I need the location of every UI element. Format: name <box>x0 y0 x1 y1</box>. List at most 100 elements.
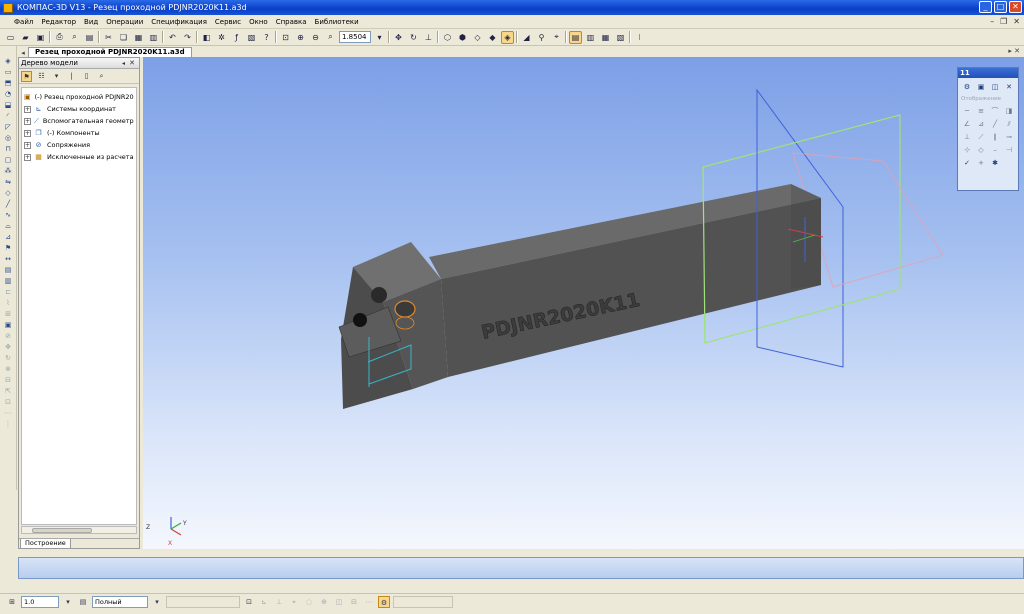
dimensions-icon[interactable]: ↔ <box>2 254 14 264</box>
menu-service[interactable]: Сервис <box>211 18 245 26</box>
expand-icon[interactable]: + <box>24 153 31 161</box>
pan-icon[interactable]: ✥ <box>392 31 405 44</box>
reports-icon[interactable]: ▥ <box>2 276 14 286</box>
snap-bind-icon[interactable]: ⊡ <box>243 596 255 608</box>
mirror-icon[interactable]: ⇋ <box>2 177 14 187</box>
expand-icon[interactable]: + <box>24 117 31 125</box>
ortho-tool-icon[interactable]: ⊿ <box>975 119 987 129</box>
active-mode-icon[interactable]: ⚙ <box>378 596 390 608</box>
zoom-icon[interactable]: ⌕ <box>324 31 337 44</box>
fillet-icon[interactable]: ◜ <box>2 111 14 121</box>
tree-node-excluded[interactable]: + ▦ Исключенные из расчета <box>24 151 134 163</box>
extrude-icon[interactable]: ⬒ <box>2 78 14 88</box>
halftone-icon[interactable]: ◆ <box>486 31 499 44</box>
display-mode-field[interactable]: Полный <box>92 596 148 608</box>
diagnostics-icon[interactable]: ⚑ <box>2 243 14 253</box>
tree-node-mates[interactable]: + ⊘ Сопряжения <box>24 139 134 151</box>
menu-operations[interactable]: Операции <box>102 18 147 26</box>
component-icon[interactable]: ▣ <box>2 320 14 330</box>
tab-scroll-right-icon[interactable]: ▸ ✕ <box>1008 47 1020 55</box>
zoom-dropdown-icon[interactable]: ▾ <box>373 31 386 44</box>
asterisk-icon[interactable]: ✱ <box>989 158 1001 168</box>
tree-node-aux-geometry[interactable]: + ⟋ Вспомогательная геометри <box>24 115 134 127</box>
expand-icon[interactable]: + <box>24 129 31 137</box>
formula-icon[interactable]: ƒ <box>230 31 243 44</box>
hidden-lines-icon[interactable]: ⬢ <box>456 31 469 44</box>
zoom-out-icon[interactable]: ⊖ <box>309 31 322 44</box>
help-pointer-icon[interactable]: ? <box>260 31 273 44</box>
paste-icon[interactable]: ▦ <box>132 31 145 44</box>
panel-close-icon[interactable]: ✕ <box>129 59 135 67</box>
round-icon[interactable]: ◌ <box>303 596 315 608</box>
step-dropdown-icon[interactable]: ▾ <box>62 596 74 608</box>
tree-node-coordinate-systems[interactable]: + ⊾ Системы координат <box>24 103 134 115</box>
doc-close-icon[interactable]: ✕ <box>1013 17 1020 26</box>
edit-part-icon[interactable]: ◈ <box>2 56 14 66</box>
view-orient-icon[interactable]: ⚙ <box>961 82 973 92</box>
tree-horizontal-scrollbar[interactable] <box>21 526 137 534</box>
menu-specification[interactable]: Спецификация <box>147 18 211 26</box>
angle-tool-icon[interactable]: ∠ <box>961 119 973 129</box>
perpendicular-icon[interactable]: ⊥ <box>961 132 973 142</box>
cursor-icon[interactable]: ⌖ <box>288 596 300 608</box>
view-close-icon[interactable]: ✕ <box>1003 82 1015 92</box>
tree-document-icon[interactable]: ▯ <box>81 71 92 82</box>
redo-icon[interactable]: ↷ <box>181 31 194 44</box>
tree-node-components[interactable]: + ❐ (-) Компоненты <box>24 127 134 139</box>
rotate-component-icon[interactable]: ↻ <box>2 353 14 363</box>
view-icon[interactable]: ◫ <box>333 596 345 608</box>
axis-icon[interactable]: ╱ <box>2 199 14 209</box>
menu-file[interactable]: Файл <box>10 18 37 26</box>
zoom-scale-input[interactable] <box>339 31 371 43</box>
expand-icon[interactable]: + <box>24 141 31 149</box>
tree-order-icon[interactable]: ⚑ <box>21 70 32 82</box>
view-filter-icon[interactable]: ◫ <box>989 82 1001 92</box>
array-icon[interactable]: ⁂ <box>2 166 14 176</box>
menu-view[interactable]: Вид <box>80 18 102 26</box>
move-component-icon[interactable]: ✥ <box>2 342 14 352</box>
checkmark-icon[interactable]: ✓ <box>961 158 973 168</box>
document-tab[interactable]: Резец проходной PDJNR2020K11.a3d <box>28 47 192 57</box>
bookmark-tool-icon[interactable]: ◨ <box>1003 106 1015 116</box>
rotate-icon[interactable]: ↻ <box>407 31 420 44</box>
rib-icon[interactable]: ⊓ <box>2 144 14 154</box>
filter-icon[interactable]: ⚲ <box>535 31 548 44</box>
misc-tool-icon[interactable]: ⋯ <box>2 408 14 418</box>
manager-icon[interactable]: ◧ <box>200 31 213 44</box>
sheet-metal-icon[interactable]: ⊏ <box>2 287 14 297</box>
plus-icon[interactable]: + <box>975 158 987 168</box>
collision-icon[interactable]: ⊗ <box>2 364 14 374</box>
line-tool-icon[interactable]: ─ <box>961 106 973 116</box>
tree-structure-icon[interactable]: ☷ <box>36 71 47 82</box>
snap-line-icon[interactable]: ╱ <box>989 119 1001 129</box>
section-icon[interactable]: ⊟ <box>2 375 14 385</box>
variables-icon[interactable]: ▧ <box>245 31 258 44</box>
tab-scroll-left-icon[interactable]: ◂ <box>18 49 28 57</box>
layer-icon[interactable]: ▤ <box>77 596 89 608</box>
measure-icon[interactable]: ⊿ <box>2 232 14 242</box>
menu-window[interactable]: Окно <box>245 18 272 26</box>
orientation-icon[interactable]: ⊥ <box>422 31 435 44</box>
tree-filter-icon[interactable]: ⌕ <box>96 71 107 82</box>
coord-field-empty[interactable] <box>166 596 240 608</box>
ortho-mode-icon[interactable]: ⊥ <box>273 596 285 608</box>
cut-icon[interactable]: ✂ <box>102 31 115 44</box>
minimize-button[interactable]: _ <box>979 1 992 13</box>
chamfer-icon[interactable]: ◸ <box>2 122 14 132</box>
section-view-icon[interactable]: ⊟ <box>348 596 360 608</box>
diagonal-icon[interactable]: ⟋ <box>975 132 987 142</box>
explode-icon[interactable]: ⇱ <box>2 386 14 396</box>
view-display-icon[interactable]: ▣ <box>975 82 987 92</box>
tree-dropdown-icon[interactable]: ▾ <box>51 71 62 82</box>
bind-icon[interactable]: ⊕ <box>318 596 330 608</box>
hole-icon[interactable]: ◎ <box>2 133 14 143</box>
assembly-icon[interactable]: ⊞ <box>2 309 14 319</box>
step-field[interactable]: 1.0 <box>21 596 59 608</box>
report-icon[interactable]: ▧ <box>614 31 627 44</box>
tab-construction[interactable]: Построение <box>20 539 71 549</box>
diamond-icon[interactable]: ◇ <box>975 145 987 155</box>
grid-step-icon[interactable]: ⊞ <box>6 596 18 608</box>
extra-icon[interactable]: ⋯ <box>363 596 375 608</box>
expand-icon[interactable]: + <box>24 105 31 113</box>
open-folder-icon[interactable]: ▰ <box>19 31 32 44</box>
